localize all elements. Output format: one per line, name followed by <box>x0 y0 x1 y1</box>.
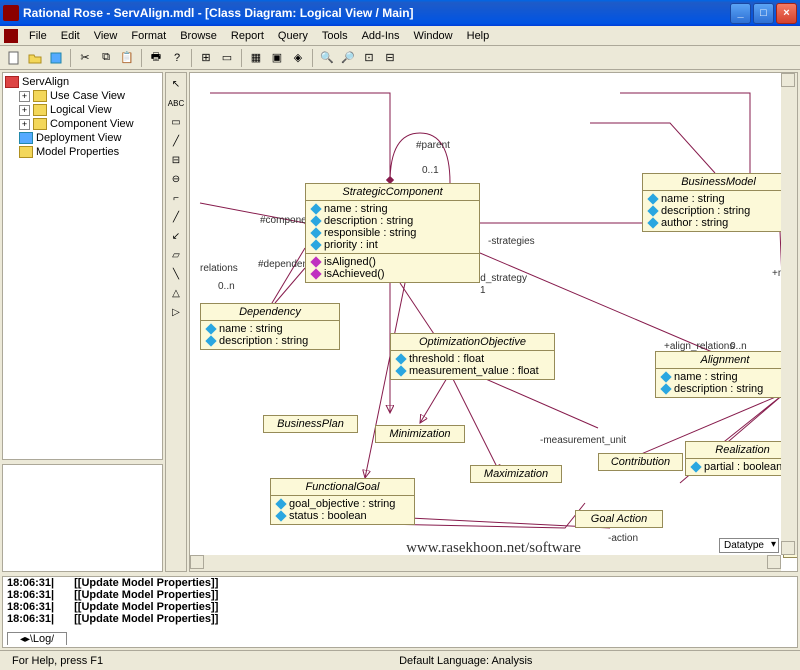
browse-parent-button[interactable]: ▣ <box>267 48 287 68</box>
menu-file[interactable]: File <box>22 28 54 44</box>
scrollbar-v[interactable] <box>781 73 797 555</box>
tool-interface[interactable]: ⊖ <box>167 170 185 188</box>
tree-root[interactable]: ServAlign <box>5 75 160 89</box>
cut-button[interactable]: ✂ <box>75 48 95 68</box>
diagram-canvas[interactable]: #parent 0..1 #components #dependents rel… <box>189 72 798 572</box>
status-help: For Help, press F1 <box>4 655 111 667</box>
menu-report[interactable]: Report <box>224 28 271 44</box>
label-relations: relations <box>200 263 238 274</box>
zoom-out-button[interactable]: 🔎 <box>338 48 358 68</box>
tool-link[interactable]: ↙ <box>167 227 185 245</box>
label-multi01: 0..1 <box>422 165 439 176</box>
browse-button[interactable]: ⊞ <box>196 48 216 68</box>
label-measurement-unit: -measurement_unit <box>540 435 626 446</box>
tool-depend[interactable]: ╲ <box>167 265 185 283</box>
browse-class-button[interactable]: ▦ <box>246 48 266 68</box>
open-button[interactable] <box>25 48 45 68</box>
tree-item-deployment[interactable]: Deployment View <box>19 131 160 145</box>
tool-anchor[interactable]: ╱ <box>167 132 185 150</box>
class-dependency[interactable]: Dependency name : string description : s… <box>200 303 340 350</box>
label-parent: #parent <box>416 140 450 151</box>
status-lang: Default Language: Analysis <box>391 655 540 667</box>
menu-view[interactable]: View <box>87 28 125 44</box>
window-title: Rational Rose - ServAlign.mdl - [Class D… <box>23 6 730 20</box>
app-icon <box>3 5 19 21</box>
tool-note[interactable]: ▭ <box>167 113 185 131</box>
copy-button[interactable]: ⧉ <box>96 48 116 68</box>
menu-tools[interactable]: Tools <box>315 28 355 44</box>
class-fgoal[interactable]: FunctionalGoal goal_objective : string s… <box>270 478 415 525</box>
label-1: 1 <box>480 285 486 296</box>
tree-item-usecase[interactable]: +Use Case View <box>19 89 160 103</box>
class-min[interactable]: Minimization <box>375 425 465 443</box>
zoom-in-button[interactable]: 🔍 <box>317 48 337 68</box>
log-tab[interactable]: ◂▸\Log/ <box>7 632 67 645</box>
undo-fit-button[interactable]: ⊟ <box>380 48 400 68</box>
class-gaction[interactable]: Goal Action <box>575 510 663 528</box>
tool-text[interactable]: ABC <box>167 94 185 112</box>
tree-item-logical[interactable]: +Logical View <box>19 103 160 117</box>
menu-window[interactable]: Window <box>407 28 460 44</box>
doc-icon <box>4 29 18 43</box>
datatype-combo[interactable]: Datatype <box>719 538 779 553</box>
tool-package[interactable]: ▱ <box>167 246 185 264</box>
paste-button[interactable]: 📋 <box>117 48 137 68</box>
label-strategies: -strategies <box>488 236 535 247</box>
doc-button[interactable]: ▭ <box>217 48 237 68</box>
log-pane[interactable]: 18:06:31|[[Update Model Properties]] 18:… <box>2 576 798 648</box>
class-optobj[interactable]: OptimizationObjective threshold : float … <box>390 333 555 380</box>
fit-button[interactable]: ⊡ <box>359 48 379 68</box>
tool-realize[interactable]: ▷ <box>167 303 185 321</box>
tool-assoc[interactable]: ⌐ <box>167 189 185 207</box>
menu-edit[interactable]: Edit <box>54 28 87 44</box>
class-business[interactable]: BusinessModel name : string description … <box>642 173 795 232</box>
model-tree[interactable]: ServAlign +Use Case View +Logical View +… <box>2 72 163 460</box>
label-0n-1: 0..n <box>218 281 235 292</box>
menu-format[interactable]: Format <box>124 28 173 44</box>
print-button[interactable]: 🖶 <box>146 48 166 68</box>
properties-pane[interactable] <box>2 464 163 572</box>
class-contrib[interactable]: Contribution <box>598 453 683 471</box>
tool-general[interactable]: △ <box>167 284 185 302</box>
browse-spec-button[interactable]: ◈ <box>288 48 308 68</box>
class-alignment[interactable]: Alignment name : string description : st… <box>655 351 795 398</box>
class-bplan[interactable]: BusinessPlan <box>263 415 358 433</box>
maximize-button[interactable]: □ <box>753 3 774 24</box>
scrollbar-h[interactable] <box>190 555 781 571</box>
new-button[interactable] <box>4 48 24 68</box>
label-action: -action <box>608 533 638 544</box>
tool-class[interactable]: ⊟ <box>167 151 185 169</box>
close-button[interactable]: × <box>776 3 797 24</box>
help-button[interactable]: ? <box>167 48 187 68</box>
class-max[interactable]: Maximization <box>470 465 562 483</box>
menu-help[interactable]: Help <box>460 28 497 44</box>
tool-aggreg[interactable]: ╱ <box>167 208 185 226</box>
tree-item-component[interactable]: +Component View <box>19 117 160 131</box>
minimize-button[interactable]: _ <box>730 3 751 24</box>
menu-query[interactable]: Query <box>271 28 315 44</box>
palette: ↖ ABC ▭ ╱ ⊟ ⊖ ⌐ ╱ ↙ ▱ ╲ △ ▷ <box>165 72 187 572</box>
menu-browse[interactable]: Browse <box>173 28 224 44</box>
menu-addins[interactable]: Add-Ins <box>355 28 407 44</box>
tree-item-properties[interactable]: Model Properties <box>19 145 160 159</box>
save-button[interactable] <box>46 48 66 68</box>
class-strategic[interactable]: StrategicComponent name : string descrip… <box>305 183 480 283</box>
tool-pointer[interactable]: ↖ <box>167 75 185 93</box>
